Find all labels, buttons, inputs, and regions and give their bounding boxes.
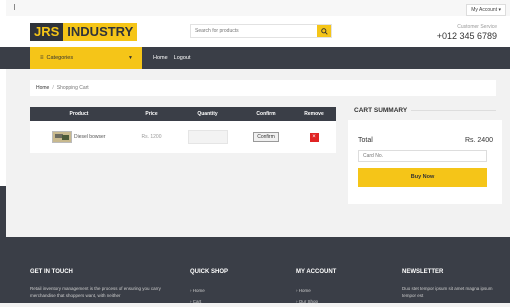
scroll-indicator	[14, 4, 15, 10]
cart-summary: Total Rs. 2400 Buy Now	[348, 120, 502, 204]
header: JRS INDUSTRY Customer Service +012 345 6…	[6, 16, 510, 47]
customer-service-label: Customer Service	[457, 24, 497, 30]
footer-link[interactable]: › Home	[190, 285, 228, 296]
confirm-button[interactable]: Confirm	[253, 132, 279, 142]
customer-service: Customer Service +012 345 6789	[437, 24, 497, 41]
search-box	[190, 24, 332, 38]
confirm-cell: Confirm	[240, 132, 292, 142]
phone-number: +012 345 6789	[436, 31, 497, 41]
nav-link-logout[interactable]: Logout	[174, 55, 191, 61]
total-row: Total Rs. 2400	[358, 137, 493, 144]
quantity-input[interactable]	[187, 130, 228, 144]
nav-links: Home Logout	[153, 47, 191, 69]
footer-heading: QUICK SHOP	[190, 269, 229, 275]
chevron-down-icon: ▾	[498, 7, 501, 13]
title-divider	[411, 110, 496, 111]
cart-table: Product Price Quantity Confirm Remove Di…	[30, 107, 336, 153]
footer-text: Retail inventory management is the proce…	[30, 286, 161, 298]
product-cell: Diesel bowser	[30, 131, 128, 143]
navbar: ≡ Categories ▼ Home Logout	[6, 47, 510, 69]
footer-heading: NEWSLETTER	[402, 269, 444, 275]
footer-link[interactable]: › Cart	[190, 296, 228, 307]
table-row: Diesel bowser Rs. 1200 Confirm ×	[30, 121, 336, 153]
footer-my-account: MY ACCOUNT › Home › Our Shop	[296, 269, 336, 307]
footer-get-in-touch: GET IN TOUCH Retail inventory management…	[30, 269, 180, 299]
search-icon	[320, 27, 328, 35]
breadcrumb-current: Shopping Cart	[56, 85, 89, 91]
logo[interactable]: JRS INDUSTRY	[30, 23, 138, 41]
my-account-dropdown[interactable]: My Account ▾	[466, 4, 506, 16]
categories-label: Categories	[46, 55, 74, 61]
logo-industry: INDUSTRY	[67, 24, 134, 39]
column-header-remove: Remove	[304, 111, 324, 117]
table-header: Product Price Quantity Confirm Remove	[30, 107, 336, 121]
product-price: Rs. 1200	[141, 134, 162, 140]
breadcrumb-home[interactable]: Home	[36, 85, 49, 91]
remove-button[interactable]: ×	[309, 132, 319, 142]
footer-heading: GET IN TOUCH	[30, 269, 73, 275]
column-header-quantity: Quantity	[197, 111, 218, 117]
footer-link[interactable]: › Home	[296, 285, 336, 296]
footer-newsletter: NEWSLETTER Duo stet tempor ipsum sit ame…	[402, 269, 502, 299]
total-value: Rs. 2400	[464, 137, 493, 144]
nav-link-home[interactable]: Home	[153, 55, 168, 61]
top-strip: My Account ▾	[6, 0, 510, 16]
close-icon: ×	[312, 133, 316, 140]
categories-dropdown[interactable]: ≡ Categories ▼	[30, 47, 142, 69]
footer: GET IN TOUCH Retail inventory management…	[6, 237, 510, 304]
account-label: My Account	[471, 7, 498, 13]
price-cell: Rs. 1200	[128, 134, 175, 140]
column-header-confirm: Confirm	[256, 111, 276, 117]
footer-quick-shop: QUICK SHOP › Home › Cart	[190, 269, 228, 307]
product-name[interactable]: Diesel bowser	[74, 134, 105, 140]
footer-link[interactable]: › Our Shop	[296, 296, 336, 307]
breadcrumb-separator: /	[52, 85, 54, 91]
column-header-price: Price	[145, 111, 158, 117]
search-input[interactable]	[191, 25, 320, 37]
search-button[interactable]	[317, 25, 331, 37]
buy-now-button[interactable]: Buy Now	[358, 168, 487, 187]
chevron-down-icon: ▼	[128, 55, 133, 61]
remove-cell: ×	[292, 132, 336, 142]
quantity-cell	[175, 130, 240, 144]
footer-heading: MY ACCOUNT	[296, 269, 337, 275]
menu-icon: ≡	[40, 55, 44, 61]
cart-summary-title: CART SUMMARY	[354, 107, 408, 114]
card-field	[358, 150, 487, 162]
page: My Account ▾ JRS INDUSTRY Customer Servi…	[6, 0, 510, 304]
breadcrumb: Home / Shopping Cart	[30, 80, 496, 96]
footer-text: Duo stet tempor ipsum sit amet magna ips…	[402, 286, 493, 298]
logo-jrs: JRS	[30, 23, 64, 41]
column-header-product: Product	[69, 111, 89, 117]
total-label: Total	[358, 137, 373, 144]
product-thumbnail	[52, 131, 72, 143]
card-number-input[interactable]	[359, 151, 483, 161]
